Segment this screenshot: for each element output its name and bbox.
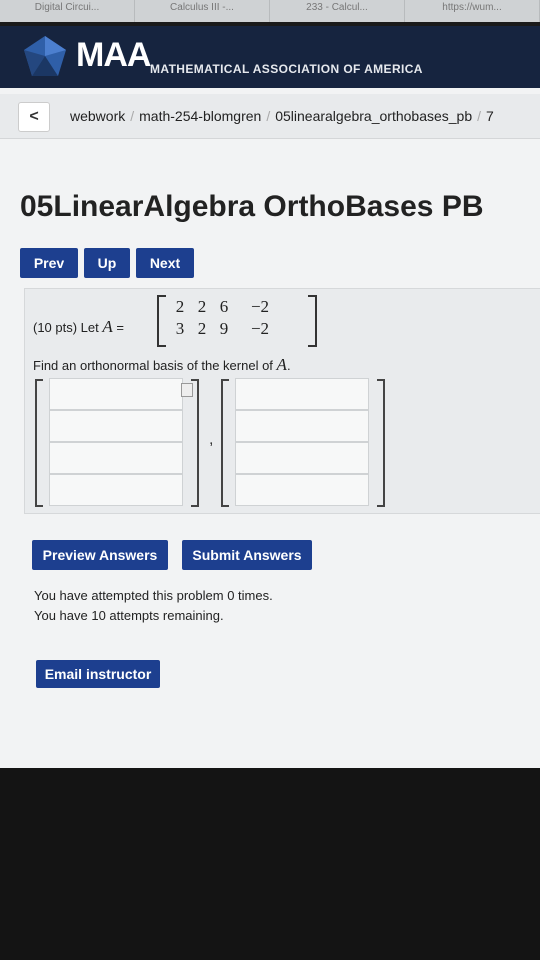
email-instructor-button[interactable]: Email instructor xyxy=(36,660,160,688)
matrix-variable: A xyxy=(276,355,287,374)
problem-statement: (10 pts) Let A = xyxy=(33,317,124,337)
attempts-info: You have attempted this problem 0 times. xyxy=(34,588,273,603)
breadcrumb-item-problem: 7 xyxy=(486,108,494,124)
left-bracket xyxy=(157,295,166,347)
submit-answers-button[interactable]: Submit Answers xyxy=(182,540,312,570)
problem-box: (10 pts) Let A = 2 2 6 −2 3 2 9 −2 Find … xyxy=(24,288,540,514)
right-bracket xyxy=(308,295,317,347)
prev-button[interactable]: Prev xyxy=(20,248,78,278)
back-button[interactable]: < xyxy=(18,102,50,132)
preview-answers-button[interactable]: Preview Answers xyxy=(32,540,168,570)
answer-input[interactable] xyxy=(235,474,369,506)
answer-input[interactable] xyxy=(235,442,369,474)
monitor-bezel xyxy=(0,768,540,960)
matrix-variable: A xyxy=(102,317,113,336)
breadcrumb: < webwork / math-254-blomgren/05linearalge… xyxy=(0,94,540,139)
matrix-cell: 2 xyxy=(175,297,185,316)
answer-input[interactable] xyxy=(235,378,369,410)
org-name: MATHEMATICAL ASSOCIATION OF AMERICA xyxy=(150,62,423,76)
maa-logo-text: MAA xyxy=(76,36,151,74)
browser-tab[interactable]: Calculus III -... xyxy=(135,0,270,22)
matrix-a: 2 2 6 −2 3 2 9 −2 xyxy=(157,295,317,347)
breadcrumb-item-webwork[interactable]: webwork xyxy=(70,108,125,124)
answer-input[interactable] xyxy=(49,474,183,506)
matrix-cell: 2 xyxy=(197,297,207,316)
browser-tab[interactable]: https://wum... xyxy=(405,0,540,22)
breadcrumb-item-course[interactable]: math-254-blomgren xyxy=(139,108,261,124)
next-button[interactable]: Next xyxy=(136,248,194,278)
answer-input[interactable] xyxy=(235,410,369,442)
matrix-cell: 9 xyxy=(219,319,229,338)
right-bracket xyxy=(191,379,199,507)
matrix-row: 3 2 9 −2 xyxy=(169,319,309,341)
equals-sign: = xyxy=(116,320,124,335)
browser-tab-bar: Digital Circui... Calculus III -... 233 … xyxy=(0,0,540,22)
problem-prompt: Find an orthonormal basis of the kernel … xyxy=(33,355,291,375)
prompt-period: . xyxy=(286,358,291,373)
matrix-cell: 6 xyxy=(219,297,229,316)
left-bracket xyxy=(35,379,43,507)
page-title: 05LinearAlgebra OrthoBases PB xyxy=(20,190,484,223)
right-bracket xyxy=(377,379,385,507)
matrix-cell: −2 xyxy=(250,297,270,316)
matrix-cell: 2 xyxy=(197,319,207,338)
browser-tab[interactable]: Digital Circui... xyxy=(0,0,135,22)
matrix-cell: −2 xyxy=(250,319,270,338)
left-bracket xyxy=(221,379,229,507)
up-button[interactable]: Up xyxy=(84,248,130,278)
answer-input[interactable] xyxy=(49,378,183,410)
matrix-row: 2 2 6 −2 xyxy=(169,297,309,319)
maa-logo-icon xyxy=(24,36,66,76)
points-label: (10 pts) Let xyxy=(33,320,99,335)
answer-vector-2 xyxy=(221,378,385,507)
attempts-remaining: You have 10 attempts remaining. xyxy=(34,608,224,623)
breadcrumb-item-set[interactable]: 05linearalgebra_orthobases_pb xyxy=(275,108,472,124)
browser-tab[interactable]: 233 - Calcul... xyxy=(270,0,405,22)
breadcrumb-path: webwork / math-254-blomgren/05linearalgebr… xyxy=(70,108,494,124)
maa-header: MAA MATHEMATICAL ASSOCIATION OF AMERICA xyxy=(0,26,540,88)
answer-input[interactable] xyxy=(49,442,183,474)
answer-vector-1 xyxy=(35,378,199,507)
prompt-text: Find an orthonormal basis of the kernel … xyxy=(33,358,273,373)
vector-separator: , xyxy=(209,431,214,448)
matrix-cell: 3 xyxy=(175,319,185,338)
answer-input[interactable] xyxy=(49,410,183,442)
